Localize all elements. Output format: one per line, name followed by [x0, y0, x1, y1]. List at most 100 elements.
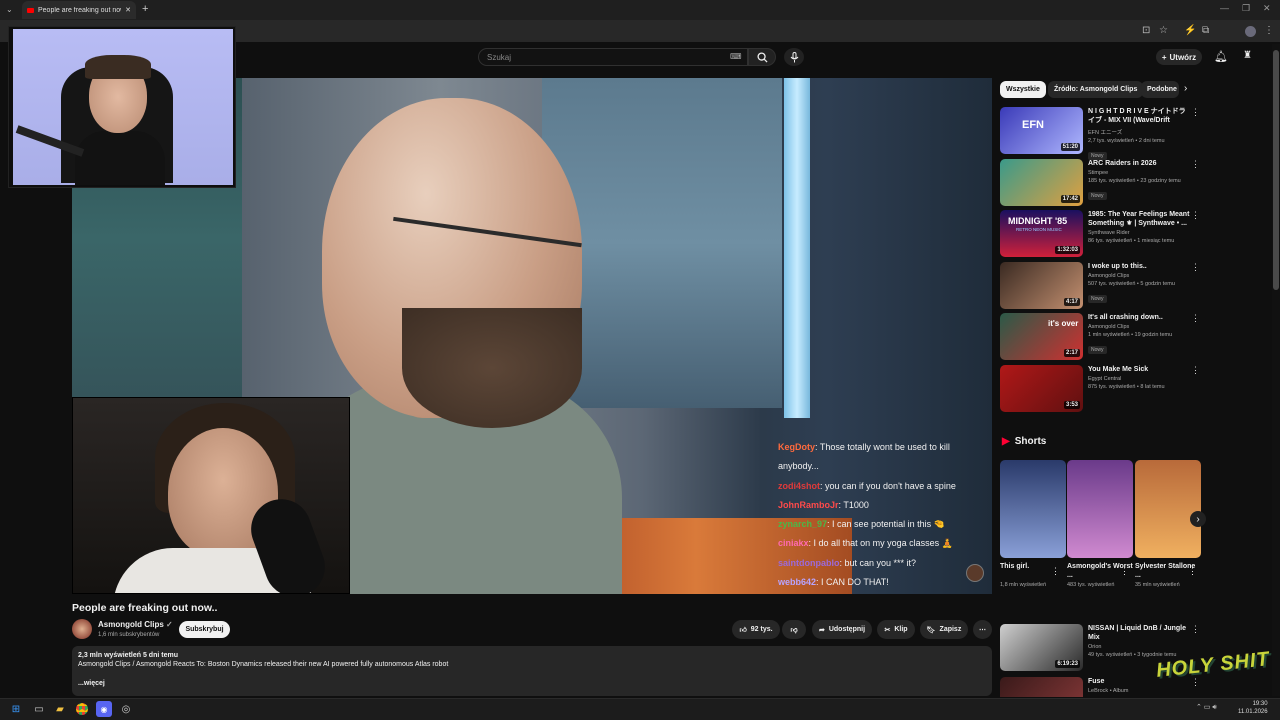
profile-avatar[interactable]	[1245, 26, 1256, 37]
video-channel[interactable]: Orion	[1088, 644, 1192, 650]
chip-from-channel[interactable]: Źródło: Asmongold Clips	[1048, 81, 1144, 98]
chat-user: JohnRamboJr	[778, 499, 839, 510]
extension-icon[interactable]: ⚡	[1184, 25, 1196, 36]
clock[interactable]: 19:30 11.01.2026	[1238, 700, 1268, 716]
show-more-link[interactable]: ...więcej	[78, 680, 986, 687]
video-thumbnail[interactable]	[1000, 677, 1083, 697]
chat-avatar	[966, 564, 984, 582]
more-actions-button[interactable]: ⋯	[973, 620, 992, 639]
sidebar-video[interactable]: MIDNIGHT '85 RETRO NEON MUSIC 1:32:03 19…	[1000, 210, 1200, 258]
more-options-icon[interactable]: ⋮	[1051, 566, 1060, 577]
create-button[interactable]: + Utwórz	[1156, 49, 1202, 65]
task-view-icon[interactable]: ▭	[31, 701, 47, 717]
chat-message: you can if you don't have a spine	[825, 480, 956, 491]
more-options-icon[interactable]: ⋮	[1191, 210, 1200, 221]
minimize-icon[interactable]: —	[1220, 3, 1229, 13]
page-scrollbar[interactable]	[1272, 44, 1280, 696]
more-options-icon[interactable]: ⋮	[1191, 677, 1200, 688]
like-button[interactable]: 👍︎ 92 tys.	[732, 620, 780, 639]
short-thumbnail[interactable]	[1000, 460, 1066, 558]
more-options-icon[interactable]: ⋮	[1191, 262, 1200, 273]
subscribe-button[interactable]: Subskrybuj	[179, 621, 230, 638]
video-channel[interactable]: Asmongold Clips	[1088, 324, 1192, 330]
video-title[interactable]: ARC Raiders in 2026	[1088, 159, 1192, 168]
browser-menu-icon[interactable]: ⋮	[1264, 25, 1274, 36]
windows-start-icon[interactable]: ⊞	[8, 701, 24, 717]
search-button[interactable]	[748, 48, 776, 66]
video-channel[interactable]: Stimpee	[1088, 170, 1192, 176]
shorts-next-icon[interactable]: ›	[1190, 511, 1206, 527]
more-options-icon[interactable]: ⋮	[1191, 365, 1200, 376]
more-options-icon[interactable]: ⋮	[1191, 624, 1200, 635]
new-tab-icon[interactable]: +	[142, 3, 148, 15]
keyboard-icon[interactable]: ⌨	[730, 52, 742, 61]
channel-name[interactable]: Asmongold Clips ✓	[98, 620, 173, 629]
video-stats: 2,7 tys. wyświetleń • 2 dni temu	[1088, 138, 1165, 144]
video-thumbnail[interactable]: it's over 2:17	[1000, 313, 1083, 360]
voice-search-button[interactable]	[784, 48, 804, 66]
chat-message: anybody...	[778, 461, 819, 472]
sidebar-video[interactable]: 17:42 ARC Raiders in 2026 Stimpee 185 ty…	[1000, 159, 1200, 207]
sidebar-video[interactable]: 3:53 You Make Me Sick Egypt Central 875 …	[1000, 365, 1200, 413]
discord-icon[interactable]: ◉	[96, 701, 112, 717]
video-channel[interactable]: Asmongold Clips	[1088, 273, 1192, 279]
more-horizontal-icon: ⋯	[979, 626, 986, 634]
dislike-button[interactable]: 👎︎	[782, 620, 806, 639]
video-title[interactable]: N I G H T D R I V E ナイトドライブ - MIX VII (W…	[1088, 107, 1192, 126]
video-thumbnail[interactable]: 17:42	[1000, 159, 1083, 206]
video-title[interactable]: 1985: The Year Feelings Meant Something …	[1088, 210, 1192, 228]
system-tray-icons[interactable]: ⌃ ▭ 🔊︎	[1196, 703, 1217, 712]
more-options-icon[interactable]: ⋮	[1191, 107, 1200, 118]
video-title[interactable]: You Make Me Sick	[1088, 365, 1192, 374]
chat-user: zynarch_97	[778, 519, 828, 530]
video-thumbnail[interactable]: 4:17	[1000, 262, 1083, 309]
share-button[interactable]: ➦ Udostępnij	[812, 620, 872, 639]
short-thumbnail[interactable]	[1135, 460, 1201, 558]
sidebar-video[interactable]: it's over 2:17 It's all crashing down.. …	[1000, 313, 1200, 361]
video-channel[interactable]: LeBrock • Album	[1088, 688, 1192, 694]
more-options-icon[interactable]: ⋮	[1191, 313, 1200, 324]
video-channel[interactable]: EFN エニーズ	[1088, 128, 1192, 136]
more-options-icon[interactable]: ⋮	[1188, 566, 1197, 577]
clip-button[interactable]: ✂ Klip	[877, 620, 915, 639]
tab-search-icon[interactable]: ⌄	[6, 5, 13, 14]
video-channel[interactable]: Synthwave Rider	[1088, 230, 1192, 236]
file-explorer-icon[interactable]: ▰	[52, 701, 68, 717]
sidebar-video[interactable]: EFN 51:20 N I G H T D R I V E ナイトドライブ - …	[1000, 107, 1200, 160]
video-meta: NISSAN | Liquid DnB / Jungle Mix Orion 4…	[1088, 624, 1192, 658]
description-box[interactable]: 2,3 mln wyświetleń 5 dni temu Asmongold …	[72, 646, 992, 696]
chip-all[interactable]: Wszystkie	[1000, 81, 1046, 98]
clock-time: 19:30	[1252, 701, 1268, 707]
video-thumbnail[interactable]: 6:19:23	[1000, 624, 1083, 671]
channel-avatar[interactable]	[72, 619, 92, 639]
account-icon[interactable]: ♜	[1243, 50, 1252, 61]
scrollbar-thumb[interactable]	[1273, 50, 1279, 290]
maximize-icon[interactable]: ❐	[1242, 3, 1250, 14]
more-options-icon[interactable]: ⋮	[1120, 566, 1129, 577]
video-title[interactable]: It's all crashing down..	[1088, 313, 1192, 322]
short-thumbnail[interactable]	[1067, 460, 1133, 558]
sidebar-video[interactable]: 4:17 I woke up to this.. Asmongold Clips…	[1000, 262, 1200, 310]
search-input[interactable]: Szukaj	[478, 48, 748, 66]
bookmark-star-icon[interactable]: ☆	[1159, 25, 1168, 36]
tab-close-icon[interactable]: ✕	[125, 6, 131, 14]
chips-next-icon[interactable]: ›	[1184, 83, 1187, 94]
extensions-puzzle-icon[interactable]: ⧉	[1202, 25, 1209, 36]
close-window-icon[interactable]: ✕	[1263, 3, 1271, 14]
video-thumbnail[interactable]: 3:53	[1000, 365, 1083, 412]
save-button[interactable]: 🔖︎ Zapisz	[920, 620, 968, 639]
subscriber-count: 1,6 mln subskrybentów	[98, 632, 160, 638]
browser-tab[interactable]: People are freaking out now... ✕	[22, 1, 136, 19]
video-title[interactable]: I woke up to this..	[1088, 262, 1192, 271]
video-channel[interactable]: Egypt Central	[1088, 376, 1192, 382]
chip-related[interactable]: Podobne	[1141, 81, 1179, 98]
cast-icon[interactable]: ⊡	[1142, 25, 1150, 36]
video-thumbnail[interactable]: MIDNIGHT '85 RETRO NEON MUSIC 1:32:03	[1000, 210, 1083, 257]
short-views: 1,8 mln wyświetleń	[1000, 582, 1047, 588]
chrome-icon[interactable]	[74, 701, 90, 717]
video-title[interactable]: NISSAN | Liquid DnB / Jungle Mix	[1088, 624, 1192, 642]
more-options-icon[interactable]: ⋮	[1191, 159, 1200, 170]
notifications-bell-icon[interactable]: 🔔︎	[1214, 50, 1228, 63]
video-thumbnail[interactable]: EFN 51:20	[1000, 107, 1083, 154]
obs-icon[interactable]: ◎	[118, 701, 134, 717]
